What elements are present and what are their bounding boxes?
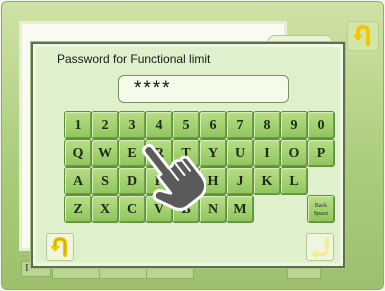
key-c[interactable]: C	[118, 195, 146, 223]
key-s[interactable]: S	[91, 167, 119, 195]
key-a[interactable]: A	[64, 167, 92, 195]
key-m[interactable]: M	[226, 195, 254, 223]
key-g[interactable]: G	[172, 167, 200, 195]
app-screen: I Password for Functional limit **** 1 2…	[1, 1, 384, 290]
key-5[interactable]: 5	[172, 111, 200, 139]
key-2[interactable]: 2	[91, 111, 119, 139]
key-j[interactable]: J	[226, 167, 254, 195]
key-8[interactable]: 8	[253, 111, 281, 139]
confirm-button[interactable]	[306, 233, 334, 261]
key-b[interactable]: B	[172, 195, 200, 223]
key-i[interactable]: I	[253, 139, 281, 167]
key-7[interactable]: 7	[226, 111, 254, 139]
key-6[interactable]: 6	[199, 111, 227, 139]
password-field[interactable]: ****	[118, 75, 289, 103]
u-turn-arrow-icon	[50, 236, 67, 257]
key-x[interactable]: X	[91, 195, 119, 223]
key-w[interactable]: W	[91, 139, 119, 167]
key-t[interactable]: T	[172, 139, 200, 167]
key-y[interactable]: Y	[199, 139, 227, 167]
key-o[interactable]: O	[280, 139, 308, 167]
key-3[interactable]: 3	[118, 111, 146, 139]
dialog-title: Password for Functional limit	[57, 52, 211, 66]
key-n[interactable]: N	[199, 195, 227, 223]
key-p[interactable]: P	[307, 139, 335, 167]
u-turn-arrow-icon	[353, 24, 370, 46]
top-return-button[interactable]	[347, 21, 379, 51]
key-f[interactable]: F	[145, 167, 173, 195]
password-dialog: Password for Functional limit **** 1 2 3…	[31, 42, 345, 268]
key-l[interactable]: L	[280, 167, 308, 195]
key-9[interactable]: 9	[280, 111, 308, 139]
key-1[interactable]: 1	[64, 111, 92, 139]
key-0[interactable]: 0	[307, 111, 335, 139]
key-d[interactable]: D	[118, 167, 146, 195]
key-4[interactable]: 4	[145, 111, 173, 139]
key-h[interactable]: H	[199, 167, 227, 195]
backspace-key[interactable]: Back Space	[307, 195, 335, 223]
key-k[interactable]: K	[253, 167, 281, 195]
key-u[interactable]: U	[226, 139, 254, 167]
key-r[interactable]: R	[145, 139, 173, 167]
key-z[interactable]: Z	[64, 195, 92, 223]
back-button[interactable]	[46, 233, 74, 261]
key-v[interactable]: V	[145, 195, 173, 223]
key-e[interactable]: E	[118, 139, 146, 167]
return-arrow-icon	[311, 237, 329, 259]
key-q[interactable]: Q	[64, 139, 92, 167]
